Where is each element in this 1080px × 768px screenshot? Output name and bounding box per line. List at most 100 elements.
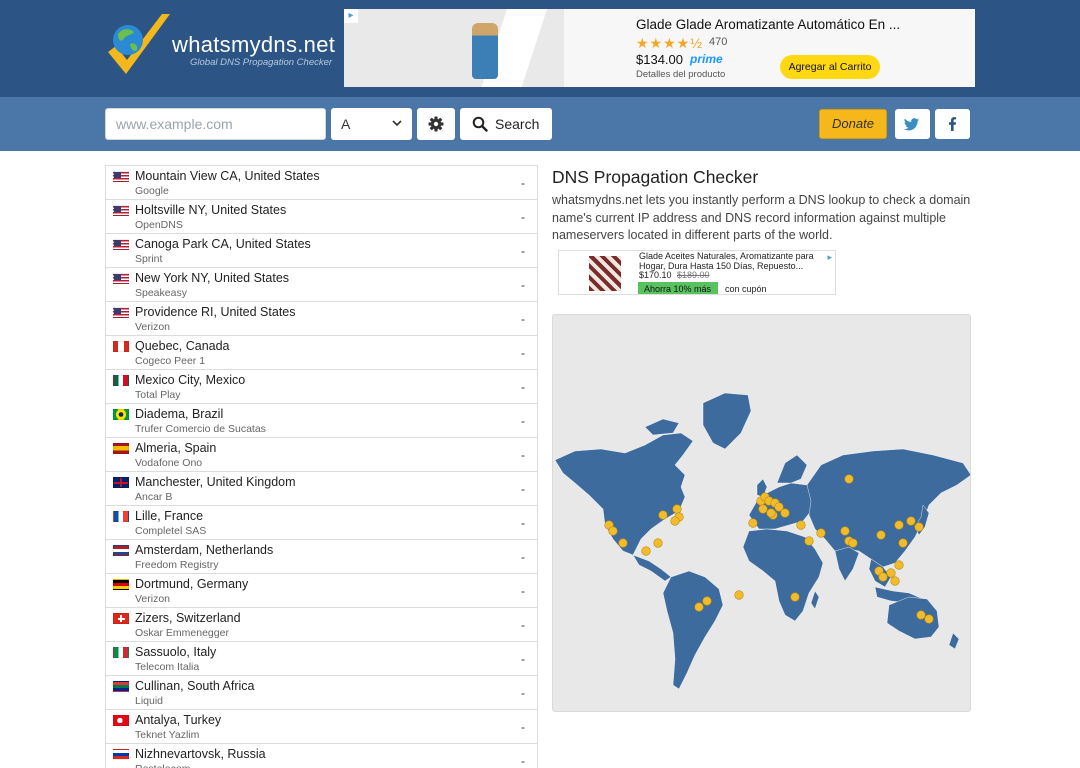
ad-review-count: 470 [709,36,728,48]
server-row[interactable]: Manchester, United Kingdom Ancar B - [106,472,537,506]
server-marker[interactable] [816,528,826,538]
ad-rating-stars: ★★★★½ [636,35,703,51]
server-result: - [521,244,525,258]
facebook-button[interactable] [935,109,970,139]
north-america-shape [554,432,694,556]
record-type-select[interactable]: A [331,108,412,140]
server-marker[interactable] [796,520,806,530]
server-location: Holtsville NY, United States [135,203,287,217]
ad-title[interactable]: Glade Aceites Naturales, Aromatizante pa… [639,251,824,271]
site-logo[interactable]: whatsmydns.net Global DNS Propagation Ch… [104,12,335,86]
scandinavia-shape [776,454,808,484]
server-list: Mountain View CA, United States Google - Ho… [105,165,538,768]
domain-input[interactable] [105,108,326,140]
search-button[interactable]: Search [460,108,552,140]
server-marker[interactable] [653,538,663,548]
twitter-icon [903,118,920,131]
ru-flag-icon [113,749,129,760]
server-marker[interactable] [694,602,704,612]
twitter-button[interactable] [895,109,930,139]
server-marker[interactable] [844,474,854,484]
server-row[interactable]: Zizers, Switzerland Oskar Emmenegger - [106,608,537,642]
server-marker[interactable] [658,510,668,520]
server-marker[interactable] [878,572,888,582]
server-location: Sassuolo, Italy [135,645,217,659]
server-marker[interactable] [914,522,924,532]
server-location: Canoga Park CA, United States [135,237,311,251]
server-row[interactable]: Providence RI, United States Verizon - [106,302,537,336]
server-row[interactable]: Mexico City, Mexico Total Play - [106,370,537,404]
server-marker[interactable] [618,538,628,548]
record-type-value: A [341,116,351,132]
server-location: Mountain View CA, United States [135,169,320,183]
server-marker[interactable] [670,516,680,526]
de-flag-icon [113,579,129,590]
server-marker[interactable] [890,576,900,586]
inline-advertisement[interactable]: Glade Aceites Naturales, Aromatizante pa… [558,250,836,295]
world-map[interactable] [552,314,971,712]
ad-prime-badge: prime [690,52,723,66]
server-provider: Rostelecom [135,763,190,768]
server-marker[interactable] [894,560,904,570]
server-location: Lille, France [135,509,204,523]
server-marker[interactable] [840,526,850,536]
server-marker[interactable] [748,518,758,528]
server-location: Manchester, United Kingdom [135,475,296,489]
server-row[interactable]: Sassuolo, Italy Telecom Italia - [106,642,537,676]
server-row[interactable]: Almeria, Spain Vodafone Ono - [106,438,537,472]
server-marker[interactable] [790,592,800,602]
server-marker[interactable] [608,526,618,536]
gear-icon [428,116,444,132]
server-provider: OpenDNS [135,219,183,231]
server-row[interactable]: Canoga Park CA, United States Sprint - [106,234,537,268]
server-location: Diadema, Brazil [135,407,224,421]
server-marker[interactable] [672,504,682,514]
server-marker[interactable] [766,508,776,518]
server-marker[interactable] [758,504,768,514]
server-row[interactable]: New York NY, United States Speakeasy - [106,268,537,302]
server-row[interactable]: Cullinan, South Africa Liquid - [106,676,537,710]
server-result: - [521,618,525,632]
server-row[interactable]: Mountain View CA, United States Google - [106,166,537,200]
server-marker[interactable] [702,596,712,606]
server-row[interactable]: Dortmund, Germany Verizon - [106,574,537,608]
server-marker[interactable] [848,538,858,548]
world-map-svg [554,392,970,690]
br-flag-icon [113,409,129,420]
server-location: Cullinan, South Africa [135,679,255,693]
server-row[interactable]: Amsterdam, Netherlands Freedom Registry - [106,540,537,574]
server-marker[interactable] [876,530,886,540]
fr-flag-icon [113,511,129,522]
gb-flag-icon [113,477,129,488]
server-marker[interactable] [804,536,814,546]
server-marker[interactable] [924,614,934,624]
ad-title[interactable]: Glade Glade Aromatizante Automático En .… [636,17,900,32]
ad-add-to-cart-button[interactable]: Agregar al Carrito [780,55,880,79]
air-freshener-image [472,23,498,79]
server-marker[interactable] [916,610,926,620]
us-flag-icon [113,171,129,182]
donate-button[interactable]: Donate [819,109,887,139]
settings-button[interactable] [417,108,455,140]
server-row[interactable]: Quebec, Canada Cogeco Peer 1 - [106,336,537,370]
server-row[interactable]: Nizhnevartovsk, Russia Rostelecom - [106,744,537,768]
server-row[interactable]: Holtsville NY, United States OpenDNS - [106,200,537,234]
ch-flag-icon [113,613,129,624]
server-marker[interactable] [898,538,908,548]
server-result: - [521,278,525,292]
server-row[interactable]: Diadema, Brazil Trufer Comercio de Sucata… [106,404,537,438]
server-marker[interactable] [734,590,744,600]
ad-choices-icon[interactable]: ▸ [344,9,358,23]
server-row[interactable]: Lille, France Completel SAS - [106,506,537,540]
server-marker[interactable] [886,568,896,578]
ad-details-link[interactable]: Detalles del producto [636,69,725,80]
server-marker[interactable] [906,516,916,526]
server-marker[interactable] [641,546,651,556]
top-advertisement[interactable]: ▸ Glade Glade Aromatizante Automático En… [344,9,975,87]
server-marker[interactable] [894,520,904,530]
ad-choices-icon[interactable]: ▸ [827,252,832,263]
server-marker[interactable] [780,508,790,518]
arctic-islands-shape [644,418,680,436]
server-row[interactable]: Antalya, Turkey Teknet Yazlim - [106,710,537,744]
us-flag-icon [113,273,129,284]
